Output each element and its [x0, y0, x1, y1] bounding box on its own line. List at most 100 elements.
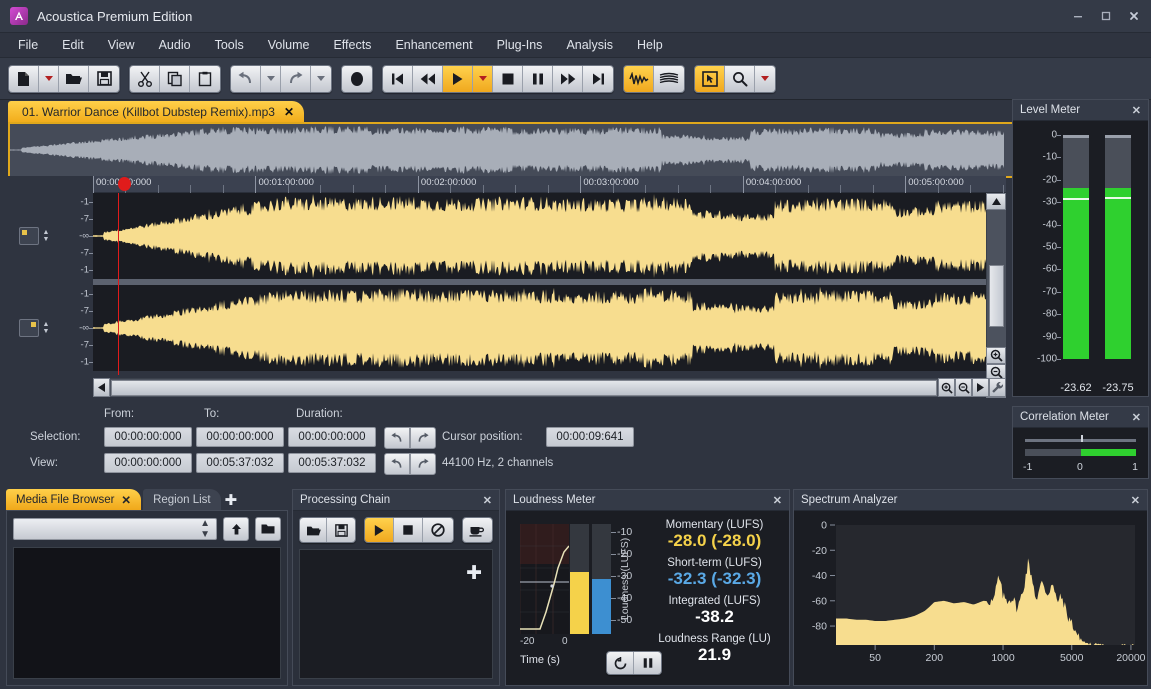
undo-dropdown[interactable] [261, 65, 281, 92]
open-file-button[interactable] [59, 65, 89, 92]
save-file-button[interactable] [89, 65, 119, 92]
close-icon[interactable]: ✕ [1132, 104, 1141, 117]
loudness-history-graph[interactable] [519, 524, 570, 634]
menu-analysis[interactable]: Analysis [554, 34, 625, 56]
menu-file[interactable]: File [6, 34, 50, 56]
close-icon[interactable]: ✕ [284, 105, 294, 119]
menu-view[interactable]: View [96, 34, 147, 56]
close-icon[interactable] [1121, 5, 1147, 27]
time-ruler[interactable]: 00:00:00:00000:01:00:00000:02:00:00000:0… [93, 176, 1037, 193]
new-file-dropdown[interactable] [39, 65, 59, 92]
spinner-updown-icon[interactable]: ▲ ▼ [43, 321, 50, 335]
tab-media-file-browser[interactable]: Media File Browser ✕ [6, 489, 142, 510]
level-meter-body[interactable]: 0 -10 -20 -30 -40 -50 -60 -70 -80 -90 -100 -23.62-… [1013, 121, 1148, 396]
close-icon[interactable]: ✕ [121, 493, 131, 507]
processing-chain-list[interactable]: ✚ [299, 549, 493, 679]
navigate-up-button[interactable] [223, 517, 249, 541]
go-to-end-button[interactable] [583, 65, 613, 92]
spinner-updown-icon[interactable]: ▲ ▼ [43, 229, 50, 243]
correlation-meter-body[interactable]: -1 0 1 [1013, 428, 1148, 478]
selection-to-field[interactable]: 00:00:00:000 [196, 427, 284, 447]
processing-chain-body: ✚ [293, 511, 499, 685]
channel-select-icon[interactable] [18, 319, 39, 337]
stop-chain-button[interactable] [394, 518, 424, 542]
close-icon[interactable]: ✕ [483, 494, 492, 507]
selection-redo-button[interactable] [410, 427, 436, 449]
view-from-field[interactable]: 00:00:00:000 [104, 453, 192, 473]
zoom-tool-button[interactable] [725, 65, 755, 92]
reset-loudness-button[interactable] [607, 652, 634, 674]
waveform-view-button[interactable] [624, 65, 654, 92]
minimize-icon[interactable] [1065, 5, 1091, 27]
menu-tools[interactable]: Tools [203, 34, 256, 56]
rewind-button[interactable] [413, 65, 443, 92]
waveform-left[interactable] [93, 193, 1006, 279]
vertical-scrollbar-thumb[interactable] [989, 265, 1004, 327]
menu-volume[interactable]: Volume [256, 34, 322, 56]
scroll-up-button[interactable] [986, 193, 1006, 210]
scroll-left-button[interactable] [93, 378, 110, 397]
maximize-icon[interactable] [1093, 5, 1119, 27]
zoom-in-vertical-button[interactable] [986, 347, 1006, 364]
hzoom-out-button[interactable] [955, 378, 972, 397]
paste-button[interactable] [190, 65, 220, 92]
new-file-button[interactable] [9, 65, 39, 92]
tab-region-list[interactable]: Region List [143, 489, 221, 510]
pause-button[interactable] [523, 65, 553, 92]
selection-undo-button[interactable] [384, 427, 410, 449]
close-icon[interactable]: ✕ [1132, 411, 1141, 424]
selection-tool-button[interactable] [695, 65, 725, 92]
preset-button[interactable] [462, 518, 492, 542]
browse-folder-button[interactable] [255, 517, 281, 541]
close-icon[interactable]: ✕ [773, 494, 782, 507]
spectrum-analyzer-body[interactable]: 0 -20 -40 -60 -80 50 200 1000 5000 20000 [794, 511, 1147, 685]
go-to-start-button[interactable] [383, 65, 413, 92]
selection-from-field[interactable]: 00:00:00:000 [104, 427, 192, 447]
cut-button[interactable] [130, 65, 160, 92]
vertical-scrollbar-track[interactable] [986, 210, 1006, 347]
redo-button[interactable] [281, 65, 311, 92]
fast-forward-button[interactable] [553, 65, 583, 92]
record-button[interactable] [342, 65, 372, 92]
bypass-chain-button[interactable] [423, 518, 453, 542]
close-icon[interactable]: ✕ [1131, 494, 1140, 507]
save-chain-button[interactable] [327, 518, 355, 542]
cursor-position-field[interactable]: 00:00:09:641 [546, 427, 634, 447]
selection-duration-field[interactable]: 00:00:00:000 [288, 427, 376, 447]
hzoom-in-button[interactable] [938, 378, 955, 397]
menu-edit[interactable]: Edit [50, 34, 96, 56]
view-duration-field[interactable]: 00:05:37:032 [288, 453, 376, 473]
menu-effects[interactable]: Effects [321, 34, 383, 56]
undo-button[interactable] [231, 65, 261, 92]
menu-help[interactable]: Help [625, 34, 675, 56]
view-to-field[interactable]: 00:05:37:032 [196, 453, 284, 473]
document-tab[interactable]: 01. Warrior Dance (Killbot Dubstep Remix… [8, 101, 305, 122]
plus-icon[interactable]: ✚ [466, 562, 482, 585]
horizontal-scrollbar-track[interactable] [110, 378, 938, 397]
channel-select-icon[interactable] [18, 227, 39, 245]
spectral-view-button[interactable] [654, 65, 684, 92]
overview-waveform[interactable] [8, 122, 1143, 178]
open-chain-button[interactable] [300, 518, 328, 542]
view-redo-button[interactable] [410, 453, 436, 475]
view-undo-button[interactable] [384, 453, 410, 475]
play-dropdown[interactable] [473, 65, 493, 92]
waveform-right[interactable] [93, 285, 1006, 371]
play-button[interactable] [443, 65, 473, 92]
horizontal-scrollbar-thumb[interactable] [111, 380, 937, 396]
menu-enhancement[interactable]: Enhancement [383, 34, 484, 56]
zoom-tool-dropdown[interactable] [755, 65, 775, 92]
playhead-handle[interactable] [118, 177, 131, 191]
plus-icon[interactable]: ✚ [223, 491, 244, 510]
play-chain-button[interactable] [364, 518, 395, 542]
scroll-right-button[interactable] [972, 378, 989, 397]
editor-settings-button[interactable] [989, 378, 1006, 397]
stop-button[interactable] [493, 65, 523, 92]
ruler-minor-tick [515, 185, 517, 193]
menu-plugins[interactable]: Plug-Ins [485, 34, 555, 56]
menu-audio[interactable]: Audio [147, 34, 203, 56]
redo-dropdown[interactable] [311, 65, 331, 92]
media-file-list[interactable] [13, 547, 281, 679]
copy-button[interactable] [160, 65, 190, 92]
media-path-combo[interactable]: ▲ ▼ [13, 518, 217, 540]
